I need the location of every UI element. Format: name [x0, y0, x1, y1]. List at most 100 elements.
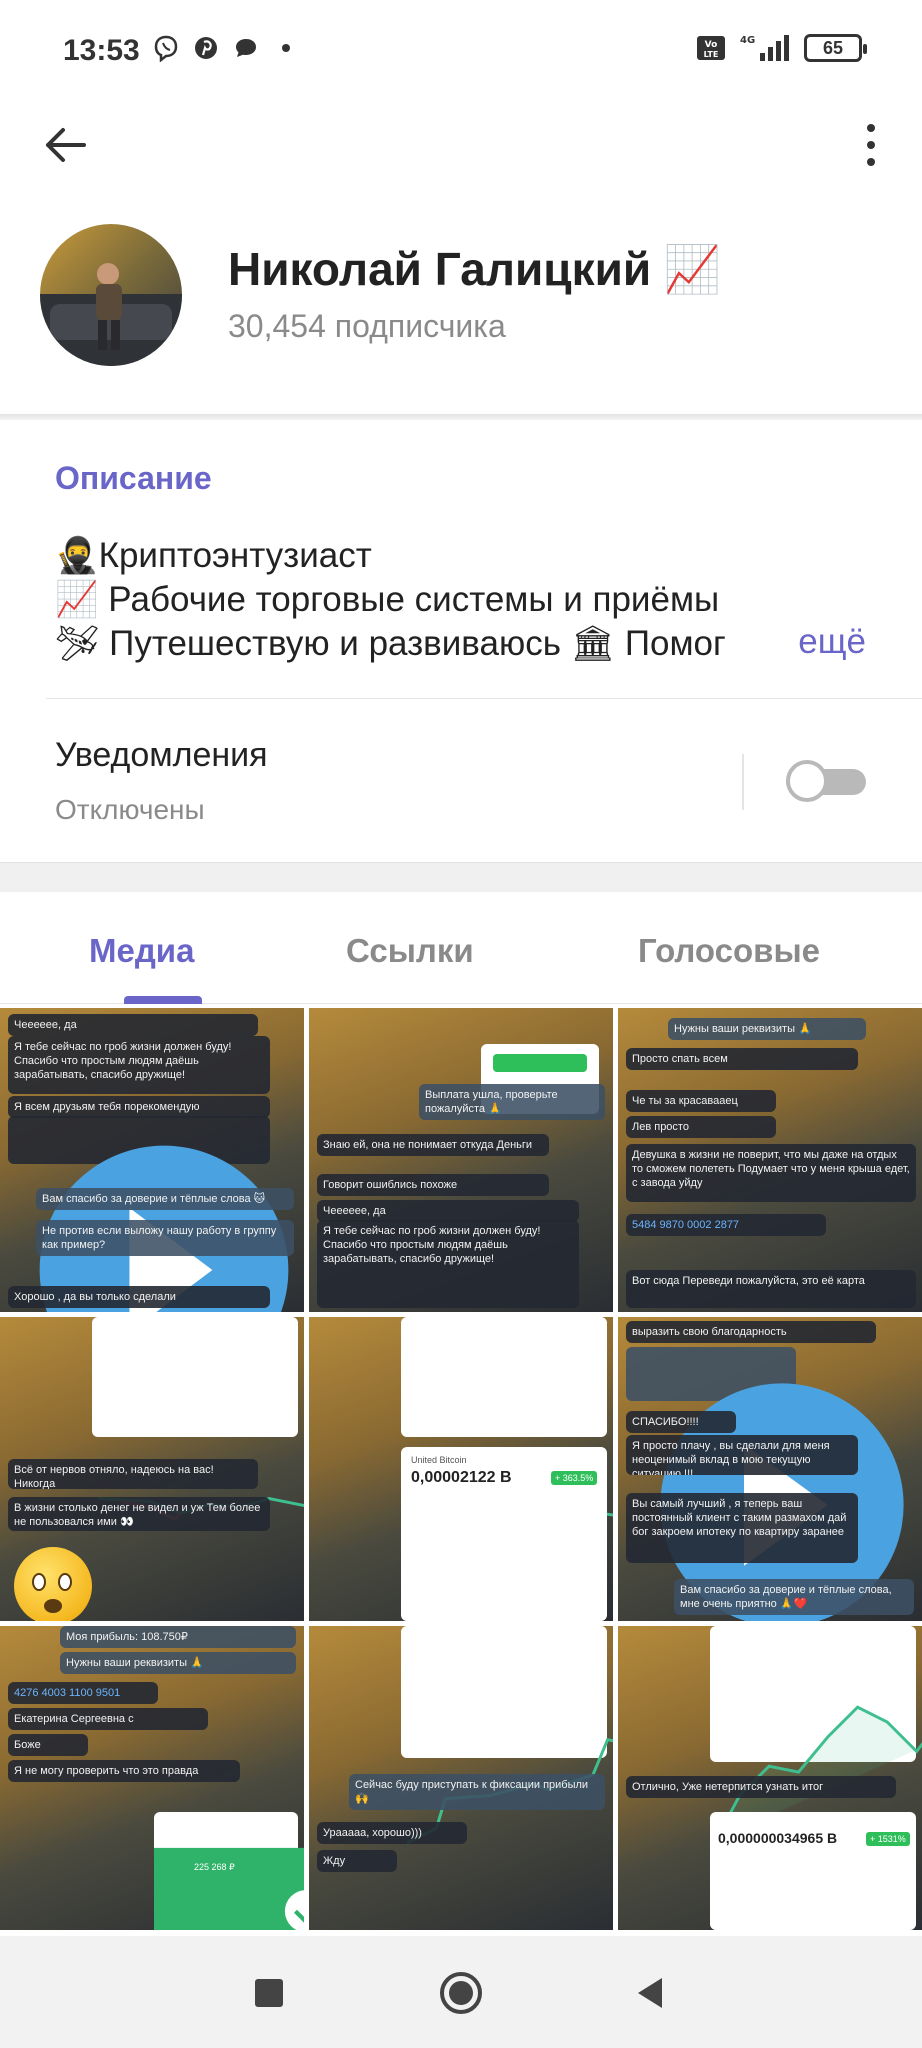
description-line: 🥷Криптоэнтузиаст — [55, 536, 372, 575]
back-triangle-icon[interactable] — [628, 1970, 674, 2016]
payment-amount: 225 268 ₽ — [194, 1862, 235, 1872]
recents-square-icon[interactable] — [246, 1970, 292, 2016]
chat-bubble: СПАСИБО!!!! — [626, 1411, 736, 1433]
coin-card: 0,000000034965 B + 1531% — [710, 1812, 916, 1930]
chat-bubble: 4276 4003 1100 9501 — [8, 1682, 158, 1704]
back-arrow-icon[interactable] — [40, 120, 90, 170]
green-button-shape — [493, 1054, 587, 1072]
chat-bubble: Чееееее, да — [8, 1014, 258, 1036]
battery-level: 65 — [822, 37, 844, 58]
media-thumbnail[interactable]: Сейчас буду приступать к фиксации прибыл… — [309, 1626, 613, 1930]
section-divider — [46, 698, 922, 699]
chat-bubble: Нужны ваши реквизиты 🙏 — [60, 1652, 296, 1674]
channel-name: Николай Галицкий 📈 — [228, 243, 722, 295]
system-icons: Vo LTE 4G 65 — [696, 33, 867, 63]
chat-bubble: Просто спать всем — [626, 1048, 858, 1070]
media-thumbnail[interactable]: Чееееее, да Я тебе сейчас по гроб жизни … — [0, 1008, 304, 1312]
notifications-status: Отключены — [55, 794, 205, 825]
section-gap — [0, 862, 922, 892]
description-text[interactable]: 🥷Криптоэнтузиаст 📈 Рабочие торговые сист… — [55, 534, 875, 666]
toggle-separator — [742, 754, 744, 810]
coin-chart-line — [401, 1501, 613, 1621]
chat-bubble: Нужны ваши реквизиты 🙏 — [668, 1018, 866, 1040]
signal-icon: 4G — [740, 35, 789, 61]
coin-value: 0,000000034965 B — [718, 1830, 838, 1846]
chat-bubble: Моя прибыль: 108.750₽ — [60, 1626, 296, 1648]
chat-bubble: Чееееее, да — [317, 1200, 579, 1222]
payment-screenshot: 225 268 ₽ — [154, 1812, 304, 1930]
emoji-eye — [58, 1573, 72, 1591]
system-nav-bar — [0, 1936, 922, 2048]
media-thumbnail[interactable]: Всё от нервов отняло, надеюсь на вас! Ни… — [0, 1317, 304, 1621]
show-more-link[interactable]: ещё — [768, 622, 866, 662]
media-thumbnail[interactable]: Моя прибыль: 108.750₽ Нужны ваши реквизи… — [0, 1626, 304, 1930]
chat-bubble: Я тебе сейчас по гроб жизни должен буду!… — [8, 1036, 270, 1094]
media-thumbnail[interactable]: Отлично, Уже нетерпится узнать итог 0,00… — [618, 1626, 922, 1930]
media-tabs: Медиа Ссылки Голосовые — [0, 892, 922, 1004]
more-menu-icon[interactable] — [856, 120, 886, 170]
chat-bubble: Я тебе сейчас по гроб жизни должен буду!… — [317, 1220, 579, 1308]
more-notifications-dot — [282, 44, 290, 52]
chat-bubble: Жду — [317, 1850, 397, 1872]
svg-text:LTE: LTE — [704, 50, 719, 59]
media-thumbnail[interactable]: Выплата ушла, проверьте пожалуйста 🙏 Зна… — [309, 1008, 613, 1312]
emoji-eye — [32, 1573, 46, 1591]
coin-title: United Bitcoin — [411, 1455, 467, 1465]
status-bar: 13:53 Vo LTE 4G 65 — [0, 0, 922, 100]
notification-icons — [152, 34, 290, 62]
channel-header: Николай Галицкий 📈 30,454 подписчика — [0, 100, 922, 420]
home-circle-icon[interactable] — [438, 1970, 484, 2016]
svg-text:Vo: Vo — [705, 40, 718, 50]
media-thumbnail[interactable]: Нужны ваши реквизиты 🙏 Просто спать всем… — [618, 1008, 922, 1312]
chat-bubble: Отлично, Уже нетерпится узнать итог — [626, 1776, 896, 1798]
battery-icon: 65 — [804, 34, 867, 62]
info-section: Описание 🥷Криптоэнтузиаст 📈 Рабочие торг… — [0, 420, 922, 860]
emoji-mouth — [44, 1599, 62, 1613]
volte-icon: VoLTE — [697, 36, 725, 60]
chat-bubble: Вот сюда Переведи пожалуйста, это её кар… — [626, 1270, 916, 1308]
notifications-title[interactable]: Уведомления — [55, 736, 268, 775]
chat-bubble: Екатерина Сергеевна с — [8, 1708, 208, 1730]
chat-bubble: Вам спасибо за доверие и тёплые слова 🐱 — [36, 1188, 294, 1210]
tab-media[interactable]: Медиа — [89, 932, 194, 970]
viber-icon — [154, 35, 178, 62]
chart-screenshot — [710, 1626, 922, 1841]
coin-change-badge: + 1531% — [866, 1832, 910, 1846]
chat-bubble-icon — [236, 39, 256, 57]
chat-bubble: В жизни столько денег не видел и уж Тем … — [8, 1497, 270, 1531]
chat-bubble: Я просто плачу , вы сделали для меня нео… — [626, 1435, 858, 1475]
chat-bubble: Я не могу проверить что это правда — [8, 1760, 240, 1782]
description-line: 🛩 Путешествую и развиваюсь 🏛 Помог — [55, 624, 726, 663]
tab-links[interactable]: Ссылки — [346, 932, 474, 970]
media-thumbnail[interactable]: выразить свою благодарность СПАСИБО!!!! … — [618, 1317, 922, 1621]
toggle-knob — [786, 760, 828, 802]
chart-screenshot — [401, 1626, 613, 1845]
chat-bubble: Боже — [8, 1734, 88, 1756]
channel-avatar[interactable] — [40, 224, 182, 366]
description-line: 📈 Рабочие торговые системы и приёмы — [55, 580, 720, 619]
voice-message — [626, 1347, 904, 1621]
chat-bubble: Всё от нервов отняло, надеюсь на вас! Ни… — [8, 1459, 258, 1489]
pinterest-icon — [195, 37, 217, 59]
voice-message — [8, 1116, 289, 1312]
tab-voice[interactable]: Голосовые — [638, 932, 820, 970]
chat-bubble: 5484 9870 0002 2877 — [626, 1214, 826, 1236]
chat-bubble: Че ты за красавааец — [626, 1090, 776, 1112]
coin-change-badge: + 363.5% — [551, 1471, 598, 1485]
play-icon — [39, 1145, 289, 1312]
chat-bubble: Вы самый лучший , я теперь ваш постоянны… — [626, 1493, 858, 1563]
chat-bubble: Вам спасибо за доверие и тёплые слова, м… — [674, 1579, 914, 1615]
chat-bubble: Лев просто — [626, 1116, 776, 1138]
chat-bubble: выразить свою благодарность — [626, 1321, 876, 1343]
media-thumbnail[interactable]: United Bitcoin 0,00002122 B + 363.5% — [309, 1317, 613, 1621]
status-time: 13:53 — [63, 34, 140, 67]
network-type: 4G — [740, 35, 755, 46]
active-tab-indicator — [124, 996, 202, 1004]
chat-bubble: Знаю ей, она не понимает откуда Деньги — [317, 1134, 549, 1156]
chart-screenshot — [92, 1317, 304, 1521]
chat-bubble: Выплата ушла, проверьте пожалуйста 🙏 — [419, 1084, 605, 1120]
notifications-toggle[interactable] — [786, 760, 866, 802]
coin-card: United Bitcoin 0,00002122 B + 363.5% — [401, 1447, 607, 1621]
flushed-emoji-icon — [14, 1547, 92, 1621]
description-title: Описание — [55, 460, 212, 496]
